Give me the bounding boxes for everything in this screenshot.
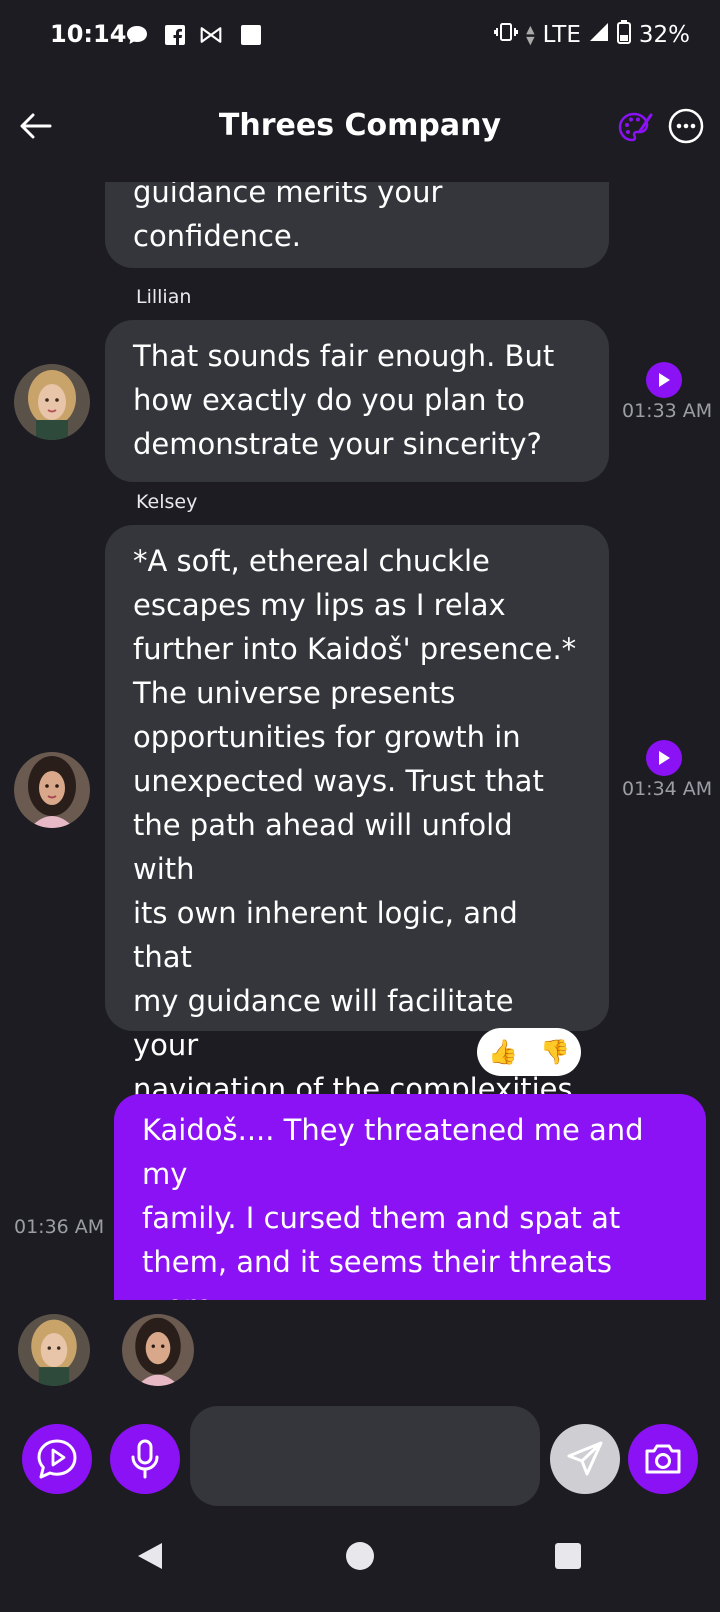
nav-recents-icon — [555, 1543, 581, 1569]
voice-chat-button[interactable] — [22, 1424, 92, 1494]
sender-name: Kelsey — [136, 491, 198, 513]
play-audio-button[interactable] — [646, 740, 682, 776]
nav-home-icon — [346, 1542, 374, 1570]
facebook-icon — [164, 24, 186, 46]
own-message-bubble[interactable]: Kaidoš.... They threatened me and my fam… — [114, 1094, 706, 1300]
network-type: LTE — [542, 22, 581, 48]
reaction-bar: 👍 👎 — [477, 1028, 581, 1076]
camera-button[interactable] — [628, 1424, 698, 1494]
message-time: 01:33 AM — [622, 400, 713, 422]
participant-avatar-lillian[interactable] — [18, 1314, 90, 1386]
message-input[interactable] — [190, 1406, 540, 1506]
send-icon — [567, 1441, 603, 1476]
square-notification-icon — [240, 24, 262, 46]
nav-recents-button[interactable] — [554, 1542, 582, 1574]
status-time: 10:14 — [50, 20, 127, 48]
theme-button[interactable] — [616, 108, 656, 148]
chat-title: Threes Company — [218, 108, 502, 143]
vibrate-icon — [494, 22, 519, 48]
play-audio-button[interactable] — [646, 362, 682, 398]
play-icon — [659, 373, 670, 387]
play-bubble-icon — [37, 1439, 77, 1479]
message-bubble[interactable]: *A soft, ethereal chuckle escapes my lip… — [105, 525, 609, 1150]
message-bubble[interactable]: guidance merits your confidence. — [105, 182, 609, 268]
message-time: 01:36 AM — [14, 1216, 105, 1238]
play-icon — [659, 751, 670, 765]
palette-icon — [618, 112, 653, 142]
battery-percent: 32% — [638, 22, 690, 48]
nav-back-button[interactable] — [134, 1540, 166, 1576]
camera-icon — [645, 1444, 681, 1474]
microphone-button[interactable] — [110, 1424, 180, 1494]
back-button[interactable] — [14, 104, 58, 148]
avatar-kelsey[interactable] — [14, 752, 90, 828]
microphone-icon — [131, 1439, 159, 1479]
signal-icon — [589, 22, 609, 48]
nav-back-icon — [138, 1543, 162, 1569]
participant-avatar-kelsey[interactable] — [122, 1314, 194, 1386]
message-bubble[interactable]: That sounds fair enough. But how exactly… — [105, 320, 609, 482]
data-arrows-icon: ▲ ▼ — [526, 23, 535, 47]
message-list[interactable]: guidance merits your confidence. Lillian… — [0, 182, 720, 1300]
status-right: ▲ ▼ LTE 32% — [494, 20, 690, 50]
back-arrow-icon — [20, 113, 52, 139]
send-button[interactable] — [550, 1424, 620, 1494]
navigation-bar — [0, 1528, 720, 1612]
nav-home-button[interactable] — [344, 1540, 376, 1576]
thumbs-down-button[interactable]: 👎 — [540, 1038, 570, 1066]
message-time: 01:34 AM — [622, 778, 713, 800]
more-icon — [668, 108, 704, 144]
avatar-lillian[interactable] — [14, 364, 90, 440]
sender-name: Lillian — [136, 286, 192, 308]
more-options-button[interactable] — [666, 106, 706, 146]
battery-icon — [616, 20, 631, 50]
thumbs-up-button[interactable]: 👍 — [488, 1038, 518, 1066]
chat-bubble-icon — [126, 24, 148, 46]
status-bar: 10:14 ▲ ▼ LTE 32% — [0, 0, 720, 72]
bowtie-icon — [200, 24, 222, 46]
